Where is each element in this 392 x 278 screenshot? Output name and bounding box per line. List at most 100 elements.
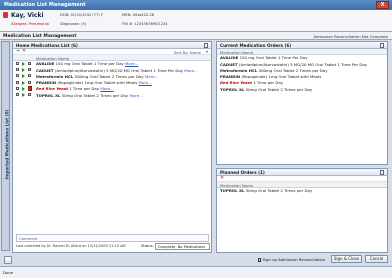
- continue-arrow-icon[interactable]: [22, 86, 25, 91]
- imported-medications-tab[interactable]: Imported Medications List (0): [1, 41, 10, 251]
- comment-field[interactable]: Comment: [16, 234, 209, 242]
- page-title: Medication List Management: [3, 33, 77, 39]
- planned-orders-panel: Planned Orders (1) ✕ Medication Name TOP…: [216, 168, 388, 253]
- signup-checkbox[interactable]: ✓: [258, 258, 262, 262]
- allergies-value: Pneumonia: [28, 22, 49, 26]
- row-checkbox[interactable]: [16, 67, 20, 72]
- status-select[interactable]: Complete, No Medications: [155, 242, 210, 250]
- current-orders-list: AVALIDE 150 mg Oral Tablet 1 Time Per Da…: [217, 55, 387, 93]
- order-row[interactable]: TOPROL XL 50mg Oral Tablet 2 Times per D…: [217, 86, 387, 92]
- imported-medications-label: Imported Medications List (0): [4, 109, 10, 180]
- row-checkbox[interactable]: [16, 80, 20, 84]
- home-medications-list: AVALIDE 150 mg Oral Tablet 1 Time per Da…: [13, 61, 211, 99]
- allergies-label: Allergies:: [11, 22, 28, 26]
- med-sig: (Amlodipine/Atorvastatin) 5 MG/20 MG Ora…: [54, 67, 184, 73]
- chevron-down-icon[interactable]: ▾: [206, 49, 208, 54]
- signup-label: Sign up Admission Reconciliation: [262, 257, 326, 262]
- status-bar: Done: [0, 266, 392, 278]
- dob-field: DOB: 01/14/1932 (77) F: [60, 13, 103, 17]
- more-link[interactable]: More...: [145, 74, 158, 79]
- sign-and-close-button[interactable]: Sign & Close: [331, 255, 362, 263]
- row-checkbox[interactable]: [16, 86, 20, 91]
- med-name: PRANDIN: [220, 74, 241, 80]
- med-name: TOPROL XL: [220, 86, 245, 92]
- delete-icon[interactable]: ✕: [22, 49, 26, 54]
- med-name: PRANDIN: [36, 80, 57, 86]
- med-name: TOPROL XL: [220, 188, 245, 194]
- med-sig: (Repaglinide) 1mg Oral Tablet with Meals: [241, 74, 322, 80]
- more-link[interactable]: More...: [129, 93, 142, 98]
- row-checkbox[interactable]: [28, 61, 32, 65]
- continue-arrow-icon[interactable]: [22, 61, 25, 66]
- home-medications-header: Home Medications List (6): [13, 42, 211, 49]
- comment-label: Comment: [19, 236, 38, 242]
- med-name: CADUET: [36, 67, 54, 73]
- home-medications-panel: Home Medications List (6) + ✕ Sort By: N…: [12, 41, 212, 253]
- discontinue-icon[interactable]: [28, 86, 32, 91]
- med-name: Red Rice Yeast: [220, 80, 252, 86]
- med-name: AVALIDE: [36, 61, 55, 67]
- window-title: Medication List Management: [4, 2, 86, 8]
- diagnoses-value: (5): [81, 22, 87, 26]
- more-link[interactable]: More...: [125, 61, 138, 66]
- row-checkbox[interactable]: [28, 67, 32, 72]
- med-sig: 50mg Oral Tablet 2 Times per Day: [245, 188, 313, 194]
- med-name: CADUET: [220, 61, 238, 67]
- add-icon[interactable]: +: [16, 49, 20, 54]
- row-checkbox[interactable]: [28, 80, 32, 84]
- current-orders-panel: Current Medication Orders (6) Medication…: [216, 41, 388, 165]
- more-link[interactable]: More...: [184, 68, 197, 73]
- fin-field: FIN #: 1234567890/1234: [122, 22, 168, 26]
- fin-label: FIN #:: [122, 22, 134, 26]
- planned-orders-title: Planned Orders (1): [220, 170, 265, 176]
- med-sig: 50mg Oral Tablet 2 Times per Day: [61, 92, 129, 98]
- med-name: Metroformin HCL: [220, 67, 258, 73]
- continue-arrow-icon[interactable]: [22, 74, 25, 79]
- current-orders-title: Current Medication Orders (6): [220, 43, 292, 49]
- med-sig: 1 Time per Day: [253, 80, 284, 86]
- row-checkbox[interactable]: [16, 74, 20, 78]
- sex-value: F: [100, 13, 103, 17]
- patient-avatar: [3, 12, 8, 18]
- status-value: Complete, No Medications: [158, 244, 206, 249]
- continue-arrow-icon[interactable]: [22, 68, 25, 73]
- med-sig: 500mg Oral Tablet 2 Times per Day: [74, 73, 144, 79]
- med-sig: 500mg Oral Tablet 2 Times per Day: [258, 67, 328, 73]
- continue-arrow-icon[interactable]: [22, 80, 25, 85]
- status-bar-text: Done: [3, 270, 13, 275]
- signup-checkbox-row[interactable]: ✓ Sign up Admission Reconciliation: [258, 257, 325, 262]
- row-checkbox[interactable]: [16, 61, 20, 65]
- current-orders-header: Current Medication Orders (6): [217, 42, 387, 49]
- med-name: Red Rice Yeast: [36, 86, 68, 92]
- cancel-button[interactable]: Cancel: [365, 255, 388, 263]
- dob-label: DOB:: [60, 13, 70, 17]
- mrn-label: MRN:: [122, 13, 132, 17]
- planned-orders-header: Planned Orders (1): [217, 169, 387, 176]
- window-close-button[interactable]: X: [376, 1, 389, 9]
- mrn-value: 00sa422-28: [132, 13, 155, 17]
- med-name: TOPROL XL: [36, 92, 61, 98]
- more-link[interactable]: More...: [139, 80, 152, 85]
- allergies-field[interactable]: Allergies: Pneumonia: [11, 22, 49, 26]
- order-row[interactable]: TOPROL XL 50mg Oral Tablet 2 Times per D…: [217, 188, 387, 194]
- diagnoses-label: Diagnoses:: [60, 22, 80, 26]
- status-field: Status:: [141, 244, 154, 248]
- diagnoses-field[interactable]: Diagnoses: (5): [60, 22, 86, 26]
- pin-icon[interactable]: [204, 43, 208, 48]
- home-med-row[interactable]: TOPROL XL 50mg Oral Tablet 2 Times per D…: [13, 92, 211, 98]
- delete-icon[interactable]: ✕: [220, 176, 224, 181]
- med-sig: 150 mg Oral Tablet 1 Time per Day: [55, 61, 124, 67]
- patient-banner: Kay, Vicki DOB: 01/14/1932 (77) F MRN: 0…: [0, 10, 392, 32]
- app-header: Medication List Management Admission Rec…: [0, 32, 392, 40]
- pin-icon[interactable]: [380, 170, 384, 175]
- med-name: AVALIDE: [220, 55, 239, 61]
- more-link[interactable]: More...: [100, 86, 113, 91]
- row-checkbox[interactable]: [28, 74, 32, 78]
- row-checkbox[interactable]: [28, 93, 32, 97]
- last-collected-text: Last collected by Dr. Rachel M. Allard o…: [16, 244, 126, 248]
- row-checkbox[interactable]: [16, 93, 20, 97]
- pin-icon[interactable]: [380, 43, 384, 48]
- window-titlebar: Medication List Management X: [0, 0, 392, 10]
- continue-arrow-icon[interactable]: [22, 93, 25, 98]
- mrn-field: MRN: 00sa422-28: [122, 13, 154, 17]
